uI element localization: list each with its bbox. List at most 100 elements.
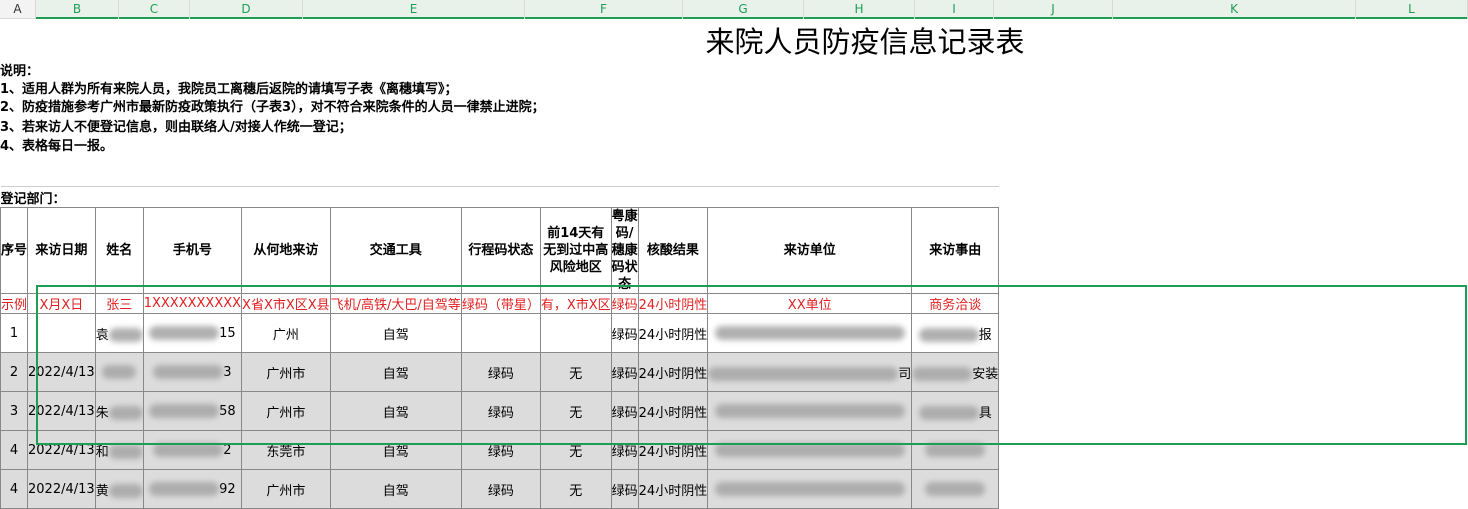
cell-transport[interactable]: 自驾 [329,313,462,353]
cell-unit[interactable]: 司 [707,352,913,392]
cell-nucleic[interactable]: 24小时阴性 [637,313,709,353]
cell-from[interactable]: 广州 [241,313,331,353]
example-cell[interactable]: 张三 [94,293,144,314]
cell-from[interactable]: 广州市 [241,469,331,509]
cell-risk[interactable]: 无 [539,430,612,470]
header-cell[interactable]: 来访事由 [911,207,1000,294]
cell-name[interactable]: 和 [94,430,144,470]
column-header-b[interactable]: B [36,0,119,19]
cell-no[interactable]: 3 [0,391,29,431]
cell-unit[interactable] [707,469,913,509]
sheet-title[interactable]: 来院人员防疫信息记录表 [525,19,1205,65]
cell-unit[interactable] [707,430,913,470]
column-header-c[interactable]: C [119,0,190,19]
header-cell[interactable]: 姓名 [94,207,144,294]
cell-no[interactable]: 4 [0,430,29,470]
cell-phone[interactable]: 2 [142,430,243,470]
cell-unit[interactable] [707,313,913,353]
header-cell[interactable]: 序号 [0,207,29,294]
example-cell[interactable]: 有，X市X区 [539,293,612,314]
column-header-d[interactable]: D [190,0,303,19]
cell-health-code[interactable]: 绿码 [610,430,639,470]
note-line[interactable]: 说明： [0,63,39,81]
header-cell[interactable]: 粤康码/穗康码状态 [610,207,639,294]
cell-risk[interactable]: 无 [539,391,612,431]
cell-risk[interactable]: 无 [539,352,612,392]
cell-transport[interactable]: 自驾 [329,469,462,509]
cell-risk[interactable]: 无 [539,469,612,509]
cell-trip-code[interactable]: 绿码 [460,469,541,509]
column-header-i[interactable]: I [915,0,994,19]
column-header-a[interactable]: A [0,0,36,18]
example-cell[interactable]: XX单位 [707,293,913,314]
cell-trip-code[interactable]: 绿码 [460,430,541,470]
header-cell[interactable]: 手机号 [142,207,243,294]
cell-phone[interactable]: 15 [142,313,243,353]
cell-nucleic[interactable]: 24小时阴性 [637,469,709,509]
cell-phone[interactable]: 3 [142,352,243,392]
cell-unit[interactable] [707,391,913,431]
cell-transport[interactable]: 自驾 [329,430,462,470]
example-cell[interactable]: 商务洽谈 [911,293,1000,314]
cell-nucleic[interactable]: 24小时阴性 [637,352,709,392]
cell-reason[interactable]: 安装 [911,352,1000,392]
cell-from[interactable]: 广州市 [241,352,331,392]
cell-no[interactable]: 2 [0,352,29,392]
column-header-k[interactable]: K [1113,0,1356,19]
cell-transport[interactable]: 自驾 [329,391,462,431]
cell-trip-code[interactable]: 绿码 [460,352,541,392]
cell-health-code[interactable]: 绿码 [610,391,639,431]
header-cell[interactable]: 行程码状态 [460,207,541,294]
example-cell[interactable]: 24小时阴性 [637,293,709,314]
header-cell[interactable]: 来访日期 [27,207,96,294]
example-cell[interactable]: 示例 [0,293,29,314]
cell-trip-code[interactable]: 绿码 [460,391,541,431]
department-label[interactable]: 登记部门： [0,186,331,208]
example-cell[interactable]: 绿码（带星） [460,293,541,314]
cell-transport[interactable]: 自驾 [329,352,462,392]
cell-date[interactable]: 2022/4/13 [27,469,96,509]
cell-name[interactable]: 朱 [94,391,144,431]
example-cell[interactable]: X月X日 [27,293,96,314]
cell-name[interactable]: 袁 [94,313,144,353]
header-cell[interactable]: 核酸结果 [637,207,709,294]
cell-name[interactable] [94,352,144,392]
note-line[interactable]: 3、若来访人不便登记信息，则由联络人/对接人作统一登记； [0,119,352,137]
cell-phone[interactable]: 58 [142,391,243,431]
example-cell[interactable]: 1XXXXXXXXXX [142,293,243,314]
cell-from[interactable]: 广州市 [241,391,331,431]
cell-date[interactable] [27,313,96,353]
cell-from[interactable]: 东莞市 [241,430,331,470]
cell-risk[interactable] [539,313,612,353]
cell-health-code[interactable]: 绿码 [610,352,639,392]
cell-no[interactable]: 1 [0,313,29,353]
note-line[interactable]: 2、防疫措施参考广州市最新防疫政策执行（子表3），对不符合来院条件的人员一律禁止… [0,99,545,117]
example-cell[interactable]: 绿码 [610,293,639,314]
note-line[interactable]: 1、适用人群为所有来院人员，我院员工离穗后返院的请填写子表《离穗填写》； [0,81,458,99]
cell-health-code[interactable]: 绿码 [610,313,639,353]
cell-reason[interactable]: 具 [911,391,1000,431]
cell-health-code[interactable]: 绿码 [610,469,639,509]
cell-reason[interactable] [911,430,1000,470]
column-header-g[interactable]: G [683,0,804,19]
header-cell[interactable]: 来访单位 [707,207,913,294]
cell-no[interactable]: 4 [0,469,29,509]
cell-reason[interactable] [911,469,1000,509]
header-cell[interactable]: 前14天有无到过中高风险地区 [539,207,612,294]
header-cell[interactable]: 从何地来访 [241,207,331,294]
column-header-j[interactable]: J [994,0,1113,19]
example-cell[interactable]: 飞机/高铁/大巴/自驾等 [329,293,462,314]
cell-trip-code[interactable] [460,313,541,353]
column-header-f[interactable]: F [525,0,683,19]
department-value-cell[interactable] [330,186,999,208]
header-cell[interactable]: 交通工具 [329,207,462,294]
example-cell[interactable]: X省X市X区X县 [241,293,331,314]
cell-date[interactable]: 2022/4/13 [27,430,96,470]
cell-name[interactable]: 黄 [94,469,144,509]
cell-date[interactable]: 2022/4/13 [27,352,96,392]
column-header-h[interactable]: H [804,0,915,19]
column-header-e[interactable]: E [303,0,525,19]
note-line[interactable]: 4、表格每日一报。 [0,138,113,156]
cell-date[interactable]: 2022/4/13 [27,391,96,431]
cell-nucleic[interactable]: 24小时阴性 [637,430,709,470]
